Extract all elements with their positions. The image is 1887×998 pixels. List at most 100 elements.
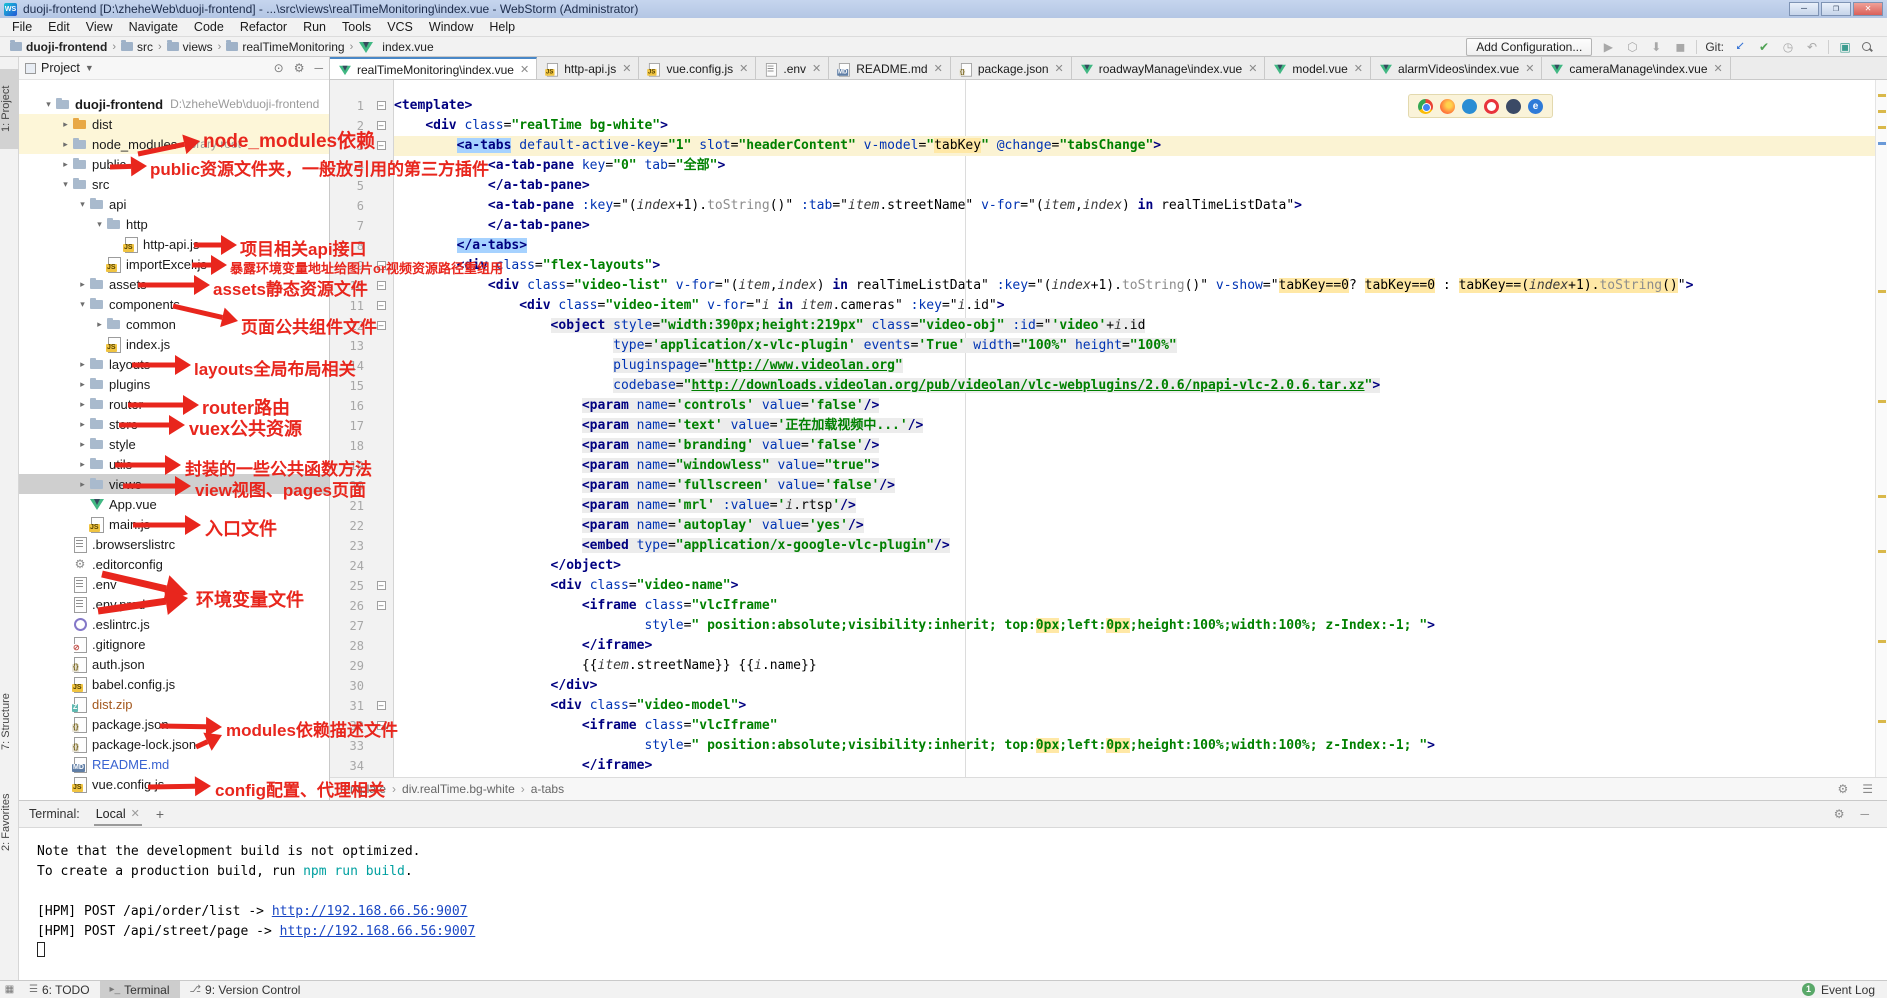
chevron-collapsed-icon[interactable]: ▸ [76, 419, 89, 430]
code-line[interactable]: 7 </a-tab-pane> [330, 216, 1875, 236]
maximize-button[interactable]: ❐ [1821, 2, 1851, 16]
code-line[interactable]: 19 <param name="windowless" value="true"… [330, 456, 1875, 476]
code-line[interactable]: 25– <div class="video-name"> [330, 576, 1875, 596]
chevron-collapsed-icon[interactable]: ▸ [59, 159, 72, 170]
code-line[interactable]: 23 <embed type="application/x-google-vlc… [330, 536, 1875, 556]
editor-tab[interactable]: roadwayManage\index.vue✕ [1072, 57, 1266, 80]
breadcrumb-item[interactable]: duoji-frontend [8, 40, 109, 54]
fold-marker[interactable]: – [368, 596, 394, 616]
chevron-collapsed-icon[interactable]: ▸ [76, 279, 89, 290]
fold-marker[interactable]: – [368, 136, 394, 156]
tree-row-babel.config.js[interactable]: JSbabel.config.js [19, 674, 329, 694]
tab-close-icon[interactable]: ✕ [622, 62, 631, 75]
browser-dark-icon[interactable] [1506, 99, 1521, 114]
tree-row-.browserslistrc[interactable]: .browserslistrc [19, 534, 329, 554]
code-line[interactable]: 8 </a-tabs> [330, 236, 1875, 256]
tab-close-icon[interactable]: ✕ [1354, 62, 1363, 75]
menu-item-vcs[interactable]: VCS [379, 18, 421, 36]
fold-collapse-icon[interactable]: – [377, 581, 386, 590]
settings-gear-icon[interactable]: ⚙ [294, 61, 305, 75]
code-line[interactable]: 9– <div class="flex-layouts"> [330, 256, 1875, 276]
fold-marker[interactable]: – [368, 576, 394, 596]
tab-close-icon[interactable]: ✕ [1248, 62, 1257, 75]
run-icon[interactable]: ▶ [1600, 40, 1616, 54]
rollback-icon[interactable]: ↶ [1804, 40, 1820, 54]
close-button[interactable]: ✕ [1853, 2, 1883, 16]
fold-collapse-icon[interactable]: – [377, 101, 386, 110]
editor-tab[interactable]: {}package.json✕ [951, 57, 1072, 80]
tree-row-assets[interactable]: ▸assets [19, 274, 329, 294]
code-line[interactable]: 13 type='application/x-vlc-plugin' event… [330, 336, 1875, 356]
menu-item-view[interactable]: View [78, 18, 121, 36]
terminal-settings-icon[interactable]: ⚙ [1834, 807, 1845, 821]
tree-row-.env[interactable]: .env [19, 574, 329, 594]
tool-stripe-favorites[interactable]: 2: Favorites [0, 777, 19, 867]
code-line[interactable]: 29 {{item.streetName}} {{i.name}} [330, 656, 1875, 676]
tree-row-dist.zip[interactable]: Zdist.zip [19, 694, 329, 714]
opera-icon[interactable] [1484, 99, 1499, 114]
code-line[interactable]: 11– <div class="video-item" v-for="i in … [330, 296, 1875, 316]
chevron-expanded-icon[interactable]: ▾ [76, 299, 89, 310]
code-line[interactable]: 18 <param name='branding' value='false'/… [330, 436, 1875, 456]
git-update-icon[interactable]: ⭩ [1732, 39, 1748, 54]
chevron-collapsed-icon[interactable]: ▸ [59, 139, 72, 150]
fold-marker[interactable]: – [368, 296, 394, 316]
chevron-collapsed-icon[interactable]: ▸ [76, 439, 89, 450]
tab-close-icon[interactable]: ✕ [812, 62, 821, 75]
fold-collapse-icon[interactable]: – [377, 701, 386, 710]
tool-stripe-project[interactable]: 1: Project [0, 69, 19, 149]
editor-tab[interactable]: cameraManage\index.vue✕ [1542, 57, 1730, 80]
todo-toolwindow-button[interactable]: ☰ 6: TODO [19, 981, 100, 998]
chevron-collapsed-icon[interactable]: ▸ [93, 319, 106, 330]
tree-row-public[interactable]: ▸public [19, 154, 329, 174]
tree-row-App.vue[interactable]: App.vue [19, 494, 329, 514]
terminal-minimize-icon[interactable]: ─ [1860, 807, 1869, 821]
fold-marker[interactable]: – [368, 256, 394, 276]
editor-tab[interactable]: JShttp-api.js✕ [537, 57, 639, 80]
editor-tab[interactable]: model.vue✕ [1265, 57, 1371, 80]
menu-item-code[interactable]: Code [186, 18, 232, 36]
fold-marker[interactable]: – [368, 716, 394, 736]
terminal-tab-local[interactable]: Local✕ [94, 803, 142, 826]
hide-panel-icon[interactable]: ─ [314, 61, 323, 75]
edge-icon[interactable]: e [1528, 99, 1543, 114]
tree-row-nodemodules[interactable]: ▸node_moduleslibrary root [19, 134, 329, 154]
version-control-toolwindow-button[interactable]: ⎇ 9: Version Control [180, 981, 311, 998]
code-line[interactable]: 14 pluginspage="http://www.videolan.org" [330, 356, 1875, 376]
debug-icon[interactable]: ⬡ [1624, 40, 1640, 54]
chevron-collapsed-icon[interactable]: ▸ [76, 379, 89, 390]
stop-icon[interactable]: ◼ [1672, 40, 1688, 54]
editor-tab[interactable]: alarmVideos\index.vue✕ [1371, 57, 1542, 80]
code-area[interactable]: 1–<template>2– <div class="realTime bg-w… [330, 96, 1875, 776]
tree-row-package-lock.json[interactable]: {}package-lock.json [19, 734, 329, 754]
tree-row-vue.config.js[interactable]: JSvue.config.js [19, 774, 329, 794]
tree-row-http[interactable]: ▾http [19, 214, 329, 234]
coverage-icon[interactable]: ⬇ [1648, 40, 1664, 54]
fold-collapse-icon[interactable]: – [377, 601, 386, 610]
code-line[interactable]: 5 </a-tab-pane> [330, 176, 1875, 196]
fold-marker[interactable]: – [368, 116, 394, 136]
menu-item-window[interactable]: Window [421, 18, 481, 36]
tree-row-store[interactable]: ▸store [19, 414, 329, 434]
code-line[interactable]: 17 <param name='text' value='正在加载视频中...'… [330, 416, 1875, 436]
tree-row-http-api.js[interactable]: JShttp-api.js [19, 234, 329, 254]
search-everywhere-icon[interactable] [1861, 41, 1873, 53]
tool-stripe-structure[interactable]: 7: Structure [0, 677, 19, 767]
code-line[interactable]: 34 </iframe> [330, 756, 1875, 776]
tab-close-icon[interactable]: ✕ [739, 62, 748, 75]
tree-row-.gitignore[interactable]: ⊘.gitignore [19, 634, 329, 654]
menu-item-run[interactable]: Run [295, 18, 334, 36]
locate-file-icon[interactable]: ⊙ [274, 61, 284, 75]
terminal-toolwindow-button[interactable]: ▸_ Terminal [100, 981, 180, 998]
code-line[interactable]: 15 codebase="http://downloads.videolan.o… [330, 376, 1875, 396]
fold-marker[interactable]: – [368, 696, 394, 716]
tree-row-router[interactable]: ▸router [19, 394, 329, 414]
code-line[interactable]: 4 <a-tab-pane key="0" tab="全部"> [330, 156, 1875, 176]
code-line[interactable]: 10– <div class="video-list" v-for="(item… [330, 276, 1875, 296]
breadcrumb-settings-icon[interactable]: ⚙ [1837, 782, 1848, 796]
code-line[interactable]: 22 <param name='autoplay' value='yes'/> [330, 516, 1875, 536]
tab-close-icon[interactable]: ✕ [1525, 62, 1534, 75]
code-line[interactable]: 20 <param name='fullscreen' value='false… [330, 476, 1875, 496]
screen-share-icon[interactable]: ▣ [1837, 40, 1853, 54]
chevron-collapsed-icon[interactable]: ▸ [59, 119, 72, 130]
